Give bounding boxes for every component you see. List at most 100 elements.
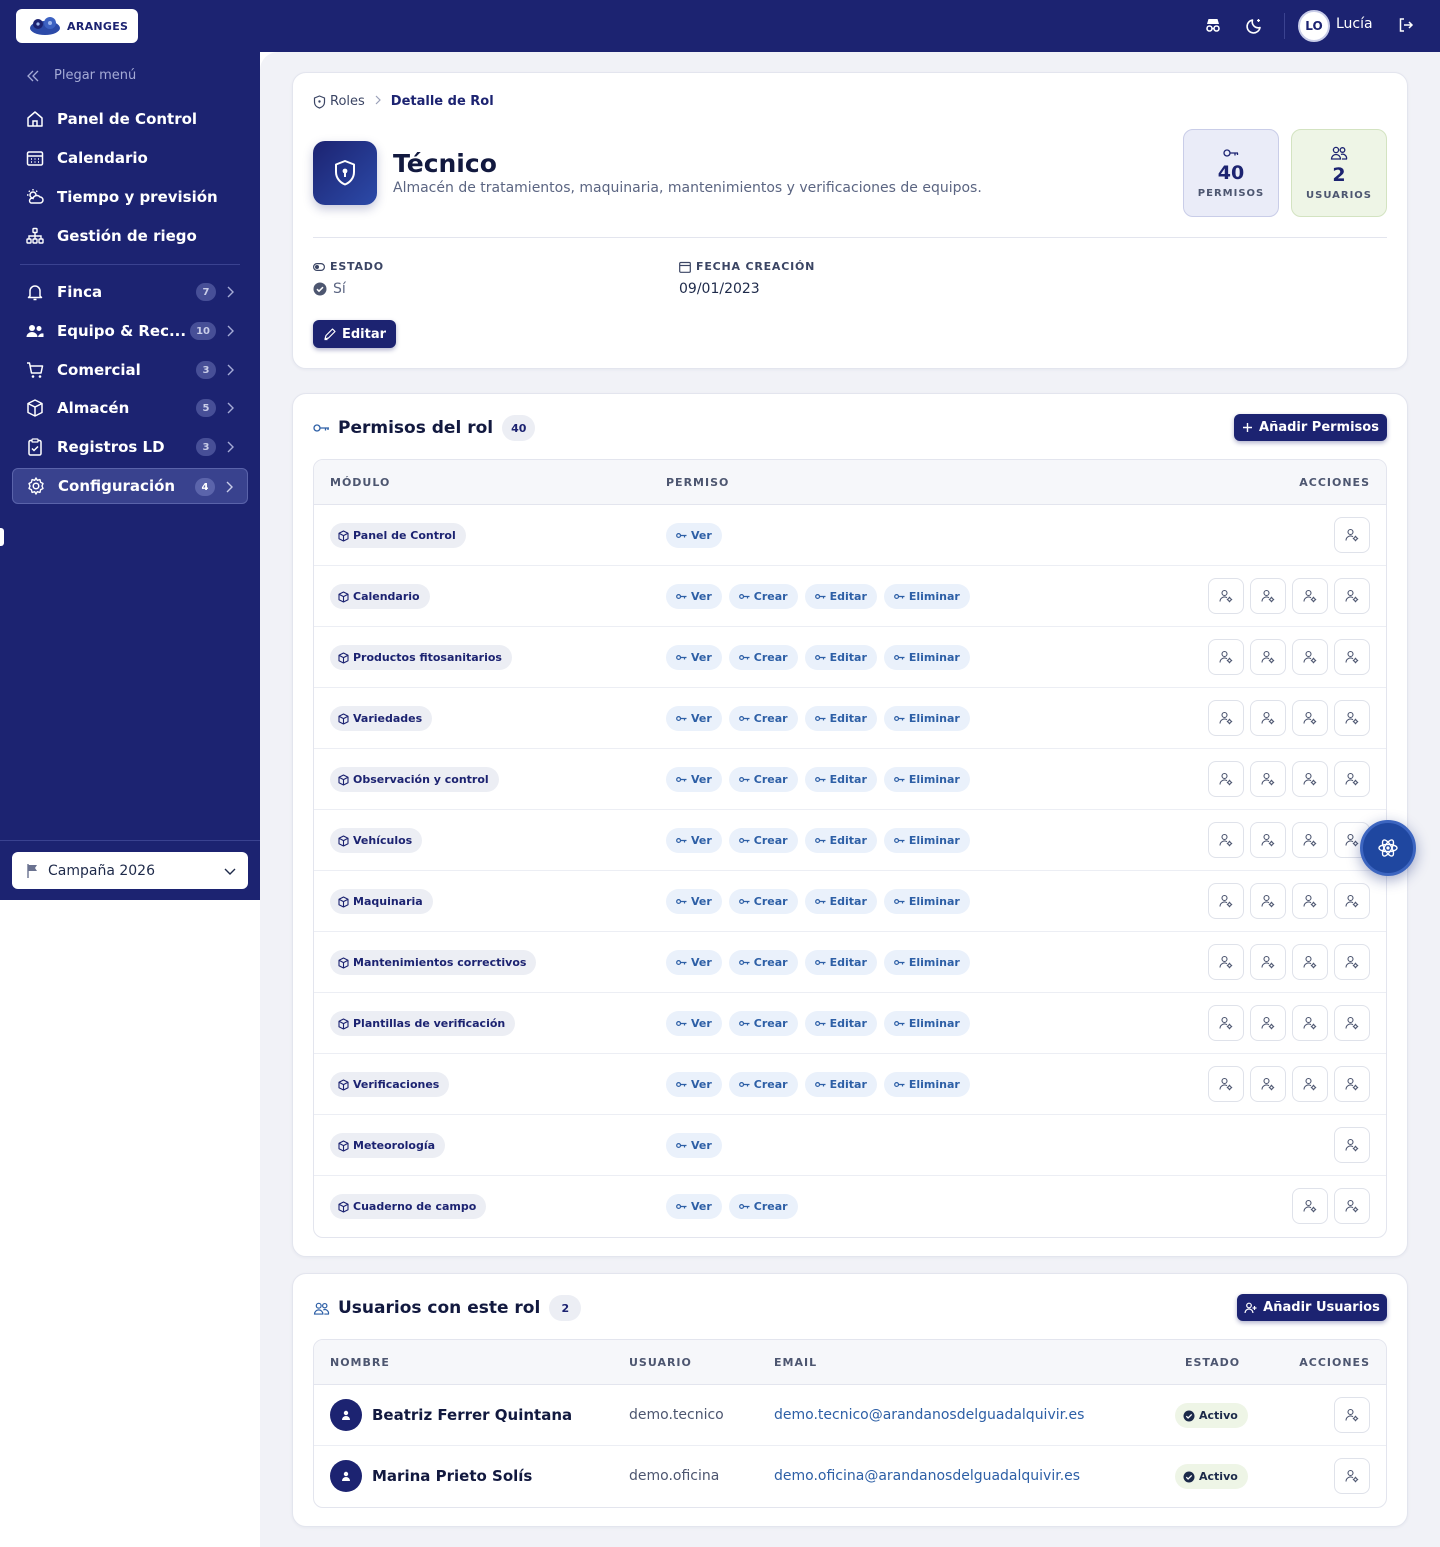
assign-ver-button[interactable] [1208,1066,1244,1102]
app-logo[interactable]: ARANGES [16,9,138,43]
key-icon [1223,148,1239,157]
sidebar-item-equipo[interactable]: Equipo & Rec... 10 [12,313,248,349]
permission-chip-editar: Editar [804,1072,877,1097]
assign-crear-button[interactable] [1250,883,1286,919]
check-circle-icon [313,282,327,296]
assign-crear-button[interactable] [1250,944,1286,980]
assign-editar-button[interactable] [1292,639,1328,675]
permission-chip-ver: Ver [666,767,722,792]
permission-chip-crear: Crear [728,1011,798,1036]
assign-editar-button[interactable] [1292,883,1328,919]
assign-crear-button[interactable] [1250,822,1286,858]
user-email-link[interactable]: demo.oficina@arandanosdelguadalquivir.es [774,1468,1080,1484]
permission-chip-editar: Editar [804,767,877,792]
chevron-right-icon [224,401,236,415]
add-permissions-button[interactable]: Añadir Permisos [1234,414,1387,441]
sidebar-item-comercial[interactable]: Comercial 3 [12,352,248,388]
assign-editar-button[interactable] [1292,822,1328,858]
user-actions-button[interactable] [1334,1397,1370,1433]
user-avatar[interactable]: LO [1298,10,1330,42]
key-icon [893,959,905,966]
assign-ver-button[interactable] [1334,1127,1370,1163]
user-actions-button[interactable] [1334,1458,1370,1494]
user-plus-icon [1244,1302,1257,1313]
column-header-actions: ACCIONES [1299,476,1370,489]
collapse-menu-label: Plegar menú [54,68,137,83]
permission-chip-ver: Ver [666,828,722,853]
flag-icon [27,863,37,878]
user-name[interactable]: Lucía [1336,16,1373,32]
assign-ver-button[interactable] [1292,1188,1328,1224]
assign-editar-button[interactable] [1292,761,1328,797]
key-icon [893,654,905,661]
assign-ver-button[interactable] [1208,1005,1244,1041]
users-icon [313,1302,330,1315]
campaign-select[interactable]: Campaña 2026 [12,852,248,889]
assign-ver-button[interactable] [1208,761,1244,797]
home-icon [24,108,46,130]
sidebar-item-label: Calendario [57,149,148,167]
breadcrumb-current: Detalle de Rol [390,94,494,109]
assign-eliminar-button[interactable] [1334,1066,1370,1102]
sidebar-item-tiempo[interactable]: Tiempo y previsión [12,179,248,215]
assign-ver-button[interactable] [1208,883,1244,919]
assign-ver-button[interactable] [1208,944,1244,980]
assign-ver-button[interactable] [1208,822,1244,858]
collapse-menu-button[interactable]: Plegar menú [26,68,136,83]
logout-icon[interactable] [1395,14,1417,36]
assign-editar-button[interactable] [1292,1005,1328,1041]
sidebar-item-badge: 5 [196,399,216,417]
assign-eliminar-button[interactable] [1334,944,1370,980]
incognito-icon[interactable] [1202,14,1224,36]
assign-editar-button[interactable] [1292,1066,1328,1102]
table-row: Marina Prieto Solís demo.oficina demo.ofic… [314,1446,1386,1507]
assign-eliminar-button[interactable] [1334,700,1370,736]
assign-crear-button[interactable] [1334,1188,1370,1224]
floating-assistant-button[interactable] [1360,820,1416,876]
edit-button[interactable]: Editar [313,320,396,348]
permission-chip-editar: Editar [804,828,877,853]
assign-crear-button[interactable] [1250,639,1286,675]
user-settings-icon [1345,1199,1359,1213]
sidebar-item-registros[interactable]: Registros LD 3 [12,429,248,465]
assign-crear-button[interactable] [1250,1066,1286,1102]
sidebar-item-panel-de-control[interactable]: Panel de Control [12,101,248,137]
assign-editar-button[interactable] [1292,944,1328,980]
breadcrumb-roles-link[interactable]: Roles [330,94,365,109]
add-users-button[interactable]: Añadir Usuarios [1237,1294,1387,1321]
sidebar-item-finca[interactable]: Finca 7 [12,274,248,310]
assign-crear-button[interactable] [1250,700,1286,736]
assign-crear-button[interactable] [1250,1005,1286,1041]
user-email-link[interactable]: demo.tecnico@arandanosdelguadalquivir.es [774,1407,1084,1423]
assign-eliminar-button[interactable] [1334,1005,1370,1041]
gear-icon [25,475,47,497]
user-full-name: Beatriz Ferrer Quintana [372,1406,573,1424]
key-icon [814,837,826,844]
key-icon [676,959,687,966]
module-icon [338,895,349,908]
permission-chip-eliminar: Eliminar [883,584,970,609]
permissions-table-body: Panel de Control Ver Calendario Ver Crear Edi… [314,505,1386,1237]
assign-ver-button[interactable] [1208,639,1244,675]
sidebar-item-almacen[interactable]: Almacén 5 [12,390,248,426]
permissions-stat-label: PERMISOS [1197,187,1265,199]
moon-icon[interactable] [1244,14,1266,36]
key-icon [893,898,905,905]
assign-ver-button[interactable] [1208,700,1244,736]
assign-crear-button[interactable] [1250,761,1286,797]
assign-eliminar-button[interactable] [1334,639,1370,675]
sidebar-item-calendario[interactable]: Calendario [12,140,248,176]
assign-ver-button[interactable] [1334,517,1370,553]
permission-chip-eliminar: Eliminar [883,645,970,670]
permission-chips: Ver Crear Editar Eliminar [666,1011,977,1036]
assign-editar-button[interactable] [1292,700,1328,736]
assign-eliminar-button[interactable] [1334,883,1370,919]
sidebar-item-riego[interactable]: Gestión de riego [12,218,248,254]
assign-editar-button[interactable] [1292,578,1328,614]
permissions-card: Permisos del rol 40 Añadir Permisos MÓDU… [292,393,1408,1257]
sidebar-item-configuracion[interactable]: Configuración 4 [12,468,248,504]
assign-crear-button[interactable] [1250,578,1286,614]
assign-eliminar-button[interactable] [1334,761,1370,797]
assign-eliminar-button[interactable] [1334,578,1370,614]
assign-ver-button[interactable] [1208,578,1244,614]
